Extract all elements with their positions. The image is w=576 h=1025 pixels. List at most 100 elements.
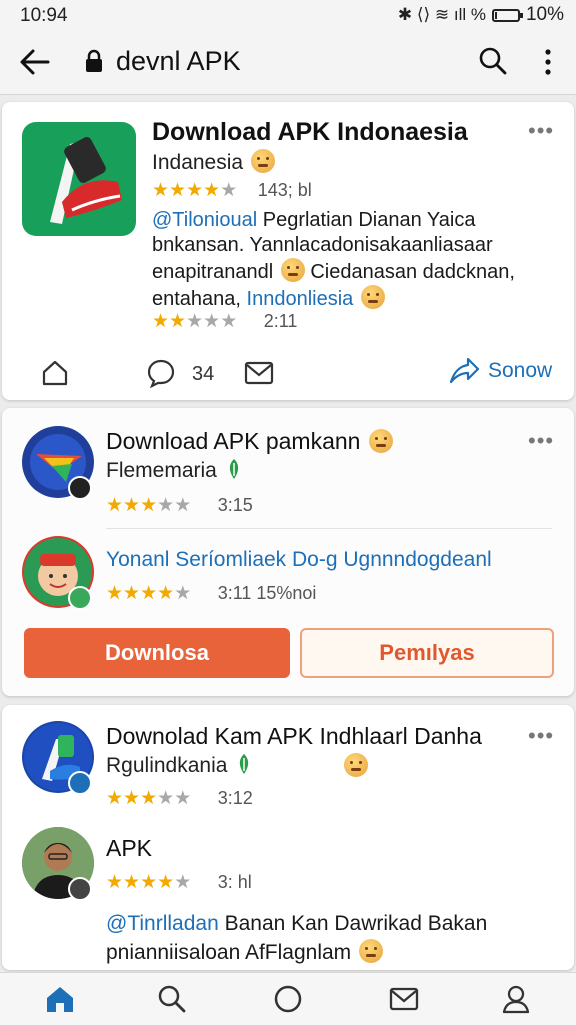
post-subtitle-row: Flememaria — [106, 458, 241, 483]
share-button[interactable]: Sonow — [448, 356, 552, 386]
emoji-icon — [359, 939, 384, 963]
rating-row: ★★★★★ 3:12 — [106, 787, 253, 810]
star-icon: ★ — [152, 311, 170, 332]
post-body: @Tilonioual Pegrlatian Dianan Yaica bnka… — [152, 208, 552, 312]
post-title[interactable]: Downolad Kam APK Indhlaarl Danha — [106, 723, 482, 750]
more-options-icon[interactable]: ••• — [528, 428, 554, 454]
battery-level — [494, 11, 497, 19]
message-icon[interactable] — [244, 360, 274, 386]
search-icon[interactable] — [478, 46, 508, 76]
star-icon: ★ — [106, 788, 124, 809]
star-icon: ★ — [157, 788, 175, 809]
verified-badge-icon — [68, 476, 92, 500]
post-card-1[interactable]: Download APK Indonaesia ••• Indanesia ★★… — [2, 102, 574, 400]
star-icon: ★ — [123, 583, 141, 604]
rating-row: ★★★★★ 143; bl — [152, 179, 312, 202]
item-title-link[interactable]: Yonanl Seríomliaek Do-g Ugnnndogdeanl — [106, 548, 492, 572]
star-icon: ★ — [186, 180, 204, 201]
emoji-icon — [368, 429, 393, 453]
post-time: 3:12 — [217, 788, 253, 808]
star-icon: ★ — [157, 872, 175, 893]
share-label: Sonow — [488, 359, 553, 382]
download-button[interactable]: Downlosa — [24, 628, 290, 678]
post-time: 2:11 — [263, 311, 298, 331]
body-mention-link[interactable]: @Tilonioual — [152, 209, 257, 231]
item-meta: 3:11 15%noi — [217, 583, 317, 603]
star-icon: ★ — [203, 311, 221, 332]
profile-icon[interactable] — [500, 983, 532, 1015]
item-rating-row: ★★★★★ 3:11 15%noi — [106, 582, 316, 605]
emoji-icon — [344, 753, 368, 777]
star-icon: ★ — [140, 495, 158, 516]
star-icon: ★ — [169, 311, 187, 332]
more-options-icon[interactable]: ••• — [528, 118, 554, 144]
secondary-button[interactable]: Pemılyas — [300, 628, 554, 678]
home-icon[interactable] — [44, 983, 76, 1015]
post-subtitle: Indanesia — [152, 151, 244, 174]
status-icons: ✱ ⟨⟩ ≋ ıll % 10% — [398, 4, 564, 26]
circle-icon[interactable] — [272, 983, 304, 1015]
item-rating-row: ★★★★★ 3: hl — [106, 871, 252, 894]
divider — [106, 528, 552, 529]
rating-row: ★★★★★ 3:15 — [106, 494, 253, 517]
star-icon: ★ — [123, 788, 141, 809]
leaf-icon — [229, 459, 238, 479]
app-bar: devnl APK — [0, 30, 576, 95]
emoji-icon — [360, 285, 385, 309]
star-rating: ★★★★★ — [106, 788, 191, 809]
verified-badge-icon — [68, 586, 92, 610]
post-subtitle: Flememaria — [106, 459, 217, 482]
post-title-text: Download APK pamkann — [106, 428, 361, 454]
star-icon: ★ — [140, 872, 158, 893]
star-icon: ★ — [123, 495, 141, 516]
star-rating-small: ★★★★★ — [152, 311, 237, 332]
app-icon-phone-logo[interactable] — [22, 122, 136, 236]
star-icon: ★ — [106, 495, 124, 516]
more-options-icon[interactable]: ••• — [528, 723, 554, 749]
star-icon: ★ — [186, 311, 204, 332]
star-icon: ★ — [220, 180, 238, 201]
body-hashtag-link[interactable]: Inndonliesia — [247, 288, 354, 310]
bottom-navigation — [0, 972, 576, 1025]
star-icon: ★ — [140, 788, 158, 809]
star-icon: ★ — [123, 872, 141, 893]
item-title[interactable]: APK — [106, 835, 152, 862]
leaf-icon — [240, 754, 249, 774]
item-meta: 3: hl — [217, 872, 252, 892]
star-icon: ★ — [106, 583, 124, 604]
comment-icon[interactable] — [146, 358, 176, 388]
star-icon: ★ — [220, 311, 238, 332]
battery-percent: 10% — [525, 4, 564, 25]
home-outline-icon[interactable] — [40, 358, 70, 388]
post-body: @Tinrlladan Banan Kan Dawrikad Bakan pni… — [106, 909, 526, 967]
emoji-icon — [250, 149, 275, 173]
post-title[interactable]: Download APK Indonaesia — [152, 118, 468, 147]
star-rating: ★★★★★ — [106, 583, 191, 604]
status-icons-text: ✱ ⟨⟩ ≋ ıll % — [397, 5, 486, 24]
post-title[interactable]: Download APK pamkann — [106, 428, 393, 455]
lock-icon — [86, 49, 102, 72]
body-mention-link[interactable]: @Tinrlladan — [106, 912, 219, 935]
post-time: 3:15 — [217, 495, 253, 515]
star-icon: ★ — [152, 180, 170, 201]
star-icon: ★ — [169, 180, 187, 201]
post-card-2[interactable]: Download APK pamkann ••• Flememaria ★★★★… — [2, 408, 574, 696]
star-icon: ★ — [106, 872, 124, 893]
back-arrow-icon[interactable] — [18, 46, 52, 78]
overflow-menu-icon[interactable] — [538, 46, 558, 78]
status-bar: 10:94 ✱ ⟨⟩ ≋ ıll % 10% — [0, 0, 576, 30]
star-icon: ★ — [140, 583, 158, 604]
search-icon[interactable] — [156, 983, 188, 1015]
star-icon: ★ — [157, 495, 175, 516]
status-time: 10:94 — [20, 5, 68, 26]
mail-icon[interactable] — [388, 983, 420, 1015]
battery-icon — [491, 8, 523, 22]
post-card-3[interactable]: Downolad Kam APK Indhlaarl Danha ••• Rgu… — [2, 705, 574, 970]
verified-badge-icon — [68, 771, 92, 795]
star-icon: ★ — [157, 583, 175, 604]
verified-badge-icon — [68, 877, 92, 901]
rating-meta: 143; bl — [257, 180, 312, 200]
page-title: devnl APK — [116, 46, 241, 76]
star-icon: ★ — [174, 583, 192, 604]
star-icon: ★ — [203, 180, 221, 201]
